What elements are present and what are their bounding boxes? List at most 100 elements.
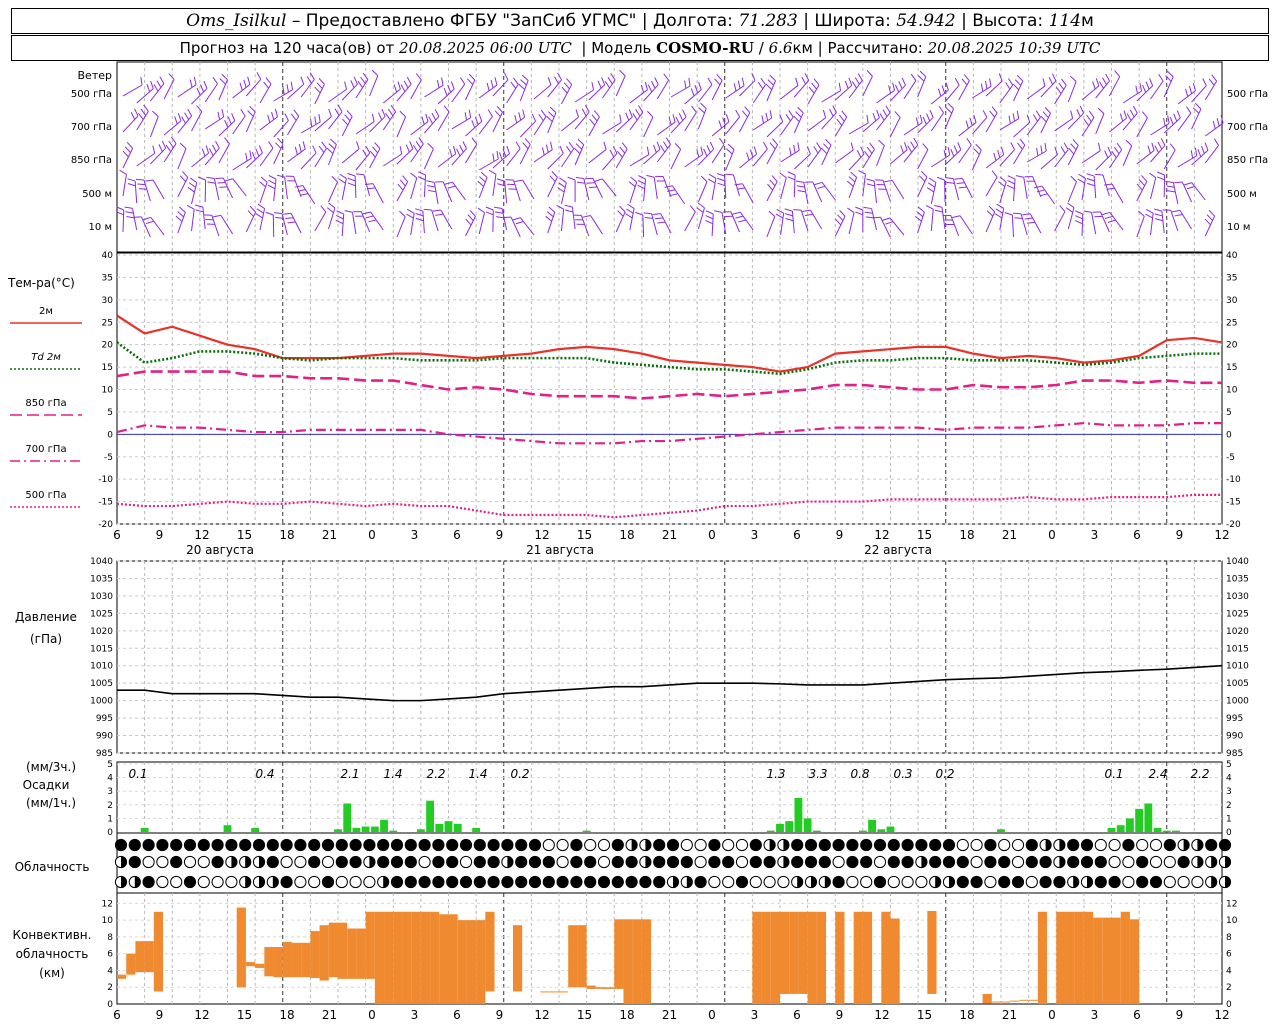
wind-barb-feather	[175, 215, 183, 222]
wind-barb-staff	[286, 115, 300, 136]
wind-barb	[698, 141, 715, 166]
wind-barb-staff	[876, 145, 885, 167]
wind-barb-feather	[1154, 213, 1163, 217]
wind-barb	[177, 171, 189, 198]
wind-barb-feather	[678, 113, 684, 121]
cloud-circle	[570, 838, 583, 852]
wind-barb	[287, 76, 305, 100]
cloud-cover-symbol	[377, 838, 390, 852]
precip-ytick-label: 1	[107, 814, 113, 824]
wind-barb	[1149, 172, 1157, 200]
cloud-cover-symbol	[225, 838, 238, 852]
wind-barb	[889, 77, 906, 102]
cloud-half-fill	[259, 856, 265, 868]
wind-barb-feather	[1014, 217, 1023, 220]
cloud-cover-symbol	[390, 838, 404, 852]
cloud-circle	[970, 838, 983, 852]
cloud-cover-symbol	[432, 838, 445, 852]
wind-barb-feather	[866, 115, 869, 124]
cloud-circle	[542, 855, 555, 869]
wind-barb-feather	[512, 217, 521, 221]
wind-barb-feather	[415, 208, 424, 212]
wind-barb	[451, 109, 472, 130]
wind-barb-feather	[1017, 142, 1023, 150]
wind-barb	[725, 173, 740, 197]
wind-barb-feather	[124, 146, 131, 153]
wind-barb	[232, 150, 252, 171]
wind-barb-feather	[829, 108, 834, 117]
wind-barb-feather	[802, 209, 811, 212]
wind-barb-feather	[647, 110, 654, 118]
cloud-circle	[887, 875, 900, 889]
wind-barb-feather	[1114, 70, 1121, 77]
cloud-circle	[418, 838, 431, 852]
cloud-cover-symbol	[349, 875, 362, 889]
wind-barb-feather	[1155, 218, 1164, 222]
wind-barb-feather	[547, 111, 555, 118]
wind-barb-staff	[711, 80, 723, 101]
wind-barb-feather	[374, 142, 381, 149]
cloud-cover-symbol	[1025, 838, 1038, 852]
wind-barb-feather	[1086, 173, 1095, 177]
wind-barb-feather	[688, 78, 691, 87]
wind-barb-staff	[440, 209, 453, 230]
wind-barb-feather	[427, 185, 436, 188]
cloud-cover-symbol	[1218, 838, 1232, 852]
wind-barb-feather	[1070, 110, 1074, 119]
wind-barb-staff	[191, 88, 208, 105]
cloud-cover-symbol	[418, 838, 431, 852]
wind-barb-staff	[314, 211, 327, 232]
wind-barb	[931, 147, 951, 168]
wind-barb	[122, 77, 143, 97]
precip-bar	[1172, 830, 1180, 832]
wind-barb-feather	[991, 170, 998, 178]
cloud-half-fill	[1211, 876, 1217, 888]
conv-ytick-label: 12	[102, 899, 113, 909]
wind-barb-feather	[381, 108, 386, 117]
wind-barb-feather	[150, 80, 154, 89]
wind-barb-feather	[247, 110, 254, 117]
wind-barb-feather	[717, 177, 726, 182]
time-axis-label: 6	[453, 528, 461, 542]
precip-sum-label: 0.8	[850, 767, 869, 781]
wind-barb-feather	[850, 171, 857, 178]
wind-barb	[1156, 171, 1166, 198]
cloud-cover-symbol	[998, 875, 1011, 889]
cloud-circle	[432, 855, 445, 869]
pressure-ytick-label: 1000	[90, 697, 113, 707]
conv-cloud-bar	[310, 931, 320, 979]
cloud-cover-symbol	[1122, 855, 1135, 869]
wind-barb-staff	[1150, 177, 1157, 200]
wind-barb-feather	[811, 82, 817, 90]
cloud-circle	[487, 838, 500, 852]
wind-barb-feather	[860, 146, 865, 155]
wind-barb	[187, 177, 198, 205]
wind-barb-feather	[547, 77, 552, 86]
conv-cloud-bar	[448, 914, 458, 1004]
wind-barb-staff	[917, 149, 929, 170]
wind-barb	[985, 170, 998, 197]
cloud-circle	[1163, 838, 1176, 852]
cloud-cover-symbol	[1067, 855, 1080, 869]
wind-barb	[821, 105, 837, 130]
wind-barb-staff	[410, 143, 424, 163]
cloud-cover-symbol	[114, 838, 128, 852]
cloud-cover-symbol	[735, 838, 749, 852]
precip-bar	[1153, 827, 1162, 832]
time-axis-label: 6	[1133, 528, 1141, 542]
wind-barb-feather	[310, 118, 313, 127]
wind-barb-feather	[337, 104, 343, 112]
wind-barb	[834, 110, 848, 137]
cloud-circle	[998, 875, 1011, 889]
wind-barb-feather	[885, 105, 891, 113]
wind-barb-feather	[1186, 106, 1192, 114]
cloud-circle	[501, 875, 514, 889]
cloud-cover-symbol	[515, 838, 528, 852]
cloud-cover-symbol	[211, 855, 224, 869]
cloud-cover-symbol	[1177, 875, 1190, 889]
wind-barb-staff	[452, 181, 466, 201]
conv-cloud-bar	[245, 962, 256, 967]
cloud-cover-symbol	[804, 855, 818, 869]
wind-barb-feather	[1077, 178, 1085, 184]
wind-barb-feather	[865, 216, 874, 219]
